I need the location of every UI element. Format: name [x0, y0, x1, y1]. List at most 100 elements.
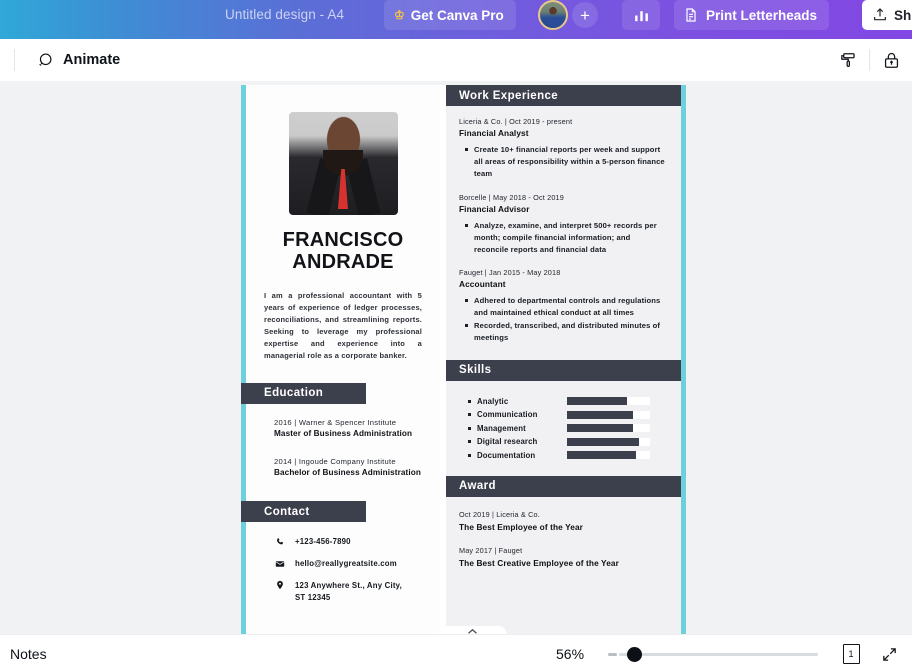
avatar[interactable] — [538, 0, 568, 30]
page-number-label: 1 — [842, 641, 864, 664]
add-member-button[interactable]: + — [572, 2, 598, 28]
contact-section-header[interactable]: Contact — [241, 501, 366, 523]
phone-icon — [274, 536, 285, 547]
zoom-slider-track[interactable] — [619, 652, 818, 656]
job-meta: Borcelle | May 2018 - Oct 2019 — [459, 192, 564, 202]
zoom-slider-stub — [608, 652, 617, 656]
skill-row[interactable]: Communication — [468, 410, 667, 419]
education-section-header[interactable]: Education — [241, 382, 366, 404]
job-meta: Fauget | Jan 2015 - May 2018 — [459, 267, 561, 277]
skills-heading-label: Skills — [459, 364, 492, 377]
zoom-slider-handle[interactable] — [627, 646, 642, 662]
skill-label: Digital research — [468, 437, 567, 446]
paint-roller-icon — [840, 52, 855, 67]
job-bullet: Recorded, transcribed, and distributed m… — [465, 320, 667, 344]
share-upload-icon — [874, 8, 886, 21]
editor-toolbar: Animate — [0, 39, 912, 82]
skill-row[interactable]: Analytic — [468, 397, 667, 406]
education-degree: Master of Business Administration — [274, 428, 413, 438]
skill-row[interactable]: Digital research — [468, 437, 667, 446]
canva-editor-window: Untitled design - A4 ♔ Get Canva Pro + P… — [0, 0, 912, 672]
contact-row-address[interactable]: 123 Anywhere St., Any City, ST 12345 — [274, 580, 440, 603]
top-navigation-bar: Untitled design - A4 ♔ Get Canva Pro + P… — [0, 0, 912, 30]
award-meta: Oct 2019 | Liceria & Co. — [459, 509, 540, 519]
notes-collapse-tab[interactable] — [437, 626, 507, 634]
job-bullet-list: Adhered to departmental controls and reg… — [459, 295, 667, 344]
toolbar-right-group — [827, 39, 912, 81]
job-entry[interactable]: Borcelle | May 2018 - Oct 2019 Financial… — [459, 193, 667, 256]
page-count-button[interactable]: 1 — [838, 641, 864, 667]
candidate-name[interactable]: FRANCISCO ANDRADE — [246, 229, 440, 274]
toolbar-divider — [14, 49, 15, 71]
contact-row-email[interactable]: hello@reallygreatsite.com — [274, 558, 440, 570]
animate-circles-icon — [39, 52, 52, 66]
animate-button[interactable]: Animate — [29, 45, 126, 75]
notes-button[interactable]: Notes — [10, 646, 47, 662]
contact-address: 123 Anywhere St., Any City, ST 12345 — [295, 580, 402, 602]
contact-phone: +123-456-7890 — [295, 537, 351, 547]
share-button[interactable]: Sh — [862, 0, 912, 30]
award-heading-label: Award — [459, 480, 496, 493]
job-entry[interactable]: Fauget | Jan 2015 - May 2018 Accountant … — [459, 268, 667, 344]
contact-row-phone[interactable]: +123-456-7890 — [274, 536, 440, 548]
education-meta: 2014 | Ingoude Company Institute — [274, 456, 396, 466]
lock-icon — [884, 52, 898, 68]
job-title: Accountant — [459, 278, 506, 289]
get-canva-pro-label: Get Canva Pro — [410, 7, 504, 23]
canvas-left-gutter — [0, 81, 225, 634]
education-degree: Bachelor of Business Administration — [274, 467, 421, 477]
job-meta: Liceria & Co. | Oct 2019 - present — [459, 117, 573, 126]
profile-photo[interactable] — [288, 112, 398, 215]
resume-left-column: FRANCISCO ANDRADE I am a professional ac… — [241, 85, 440, 634]
award-entry[interactable]: May 2017 | Fauget The Best Creative Empl… — [459, 546, 667, 568]
resume-page[interactable]: FRANCISCO ANDRADE I am a professional ac… — [241, 85, 686, 634]
candidate-first-name: FRANCISCO — [282, 229, 404, 251]
job-bullet: Analyze, examine, and interpret 500+ rec… — [465, 220, 667, 256]
skill-bar-fill — [567, 410, 634, 419]
location-pin-icon — [274, 580, 285, 591]
skill-bar — [567, 451, 650, 460]
skills-list: Analytic Communication Management Digita… — [468, 397, 667, 460]
print-letterheads-button[interactable]: Print Letterheads — [674, 0, 830, 30]
award-title: The Best Creative Employee of the Year — [459, 557, 619, 568]
zoom-slider[interactable] — [608, 646, 818, 662]
candidate-last-name: ANDRADE — [292, 251, 394, 274]
education-item[interactable]: 2016 | Warner & Spencer Institute Master… — [274, 418, 422, 440]
document-title[interactable]: Untitled design - A4 — [225, 0, 344, 30]
share-label: Sh — [894, 7, 912, 23]
lock-button[interactable] — [870, 39, 912, 81]
skill-label: Analytic — [468, 397, 567, 406]
education-heading-label: Education — [264, 387, 324, 400]
email-icon — [274, 558, 285, 569]
top-bar-gradient-strip — [0, 30, 912, 39]
award-entry[interactable]: Oct 2019 | Liceria & Co. The Best Employ… — [459, 510, 667, 532]
skills-section-header[interactable]: Skills — [446, 359, 681, 381]
job-entry[interactable]: Liceria & Co. | Oct 2019 - present Finan… — [459, 117, 667, 180]
profile-summary[interactable]: I am a professional accountant with 5 ye… — [264, 290, 422, 363]
skill-label: Communication — [468, 410, 567, 419]
award-section-header[interactable]: Award — [446, 475, 681, 497]
skill-row[interactable]: Documentation — [468, 451, 667, 460]
animate-label: Animate — [63, 52, 121, 68]
paint-roller-button[interactable] — [827, 39, 869, 81]
design-canvas-area[interactable]: FRANCISCO ANDRADE I am a professional ac… — [0, 81, 912, 634]
education-meta: 2016 | Warner & Spencer Institute — [274, 417, 397, 427]
crown-icon: ♔ — [394, 8, 405, 22]
get-canva-pro-button[interactable]: ♔ Get Canva Pro — [384, 0, 516, 30]
education-item[interactable]: 2014 | Ingoude Company Institute Bachelo… — [274, 457, 422, 479]
skill-bar — [567, 437, 650, 446]
contact-email: hello@reallygreatsite.com — [295, 559, 397, 569]
resume-right-column: Work Experience Liceria & Co. | Oct 2019… — [446, 85, 681, 634]
skill-bar-fill — [567, 424, 634, 433]
contact-heading-label: Contact — [264, 505, 310, 518]
work-experience-section-header[interactable]: Work Experience — [446, 85, 681, 106]
job-title: Financial Advisor — [459, 203, 530, 214]
bottom-status-bar: Notes 56% 1 — [0, 634, 912, 672]
zoom-level-label: 56% — [556, 646, 585, 662]
job-bullet: Adhered to departmental controls and reg… — [465, 295, 667, 319]
job-title: Financial Analyst — [459, 128, 529, 138]
fullscreen-button[interactable] — [876, 641, 902, 667]
expand-icon — [882, 647, 896, 661]
insights-button[interactable] — [622, 0, 660, 30]
skill-row[interactable]: Management — [468, 424, 667, 433]
